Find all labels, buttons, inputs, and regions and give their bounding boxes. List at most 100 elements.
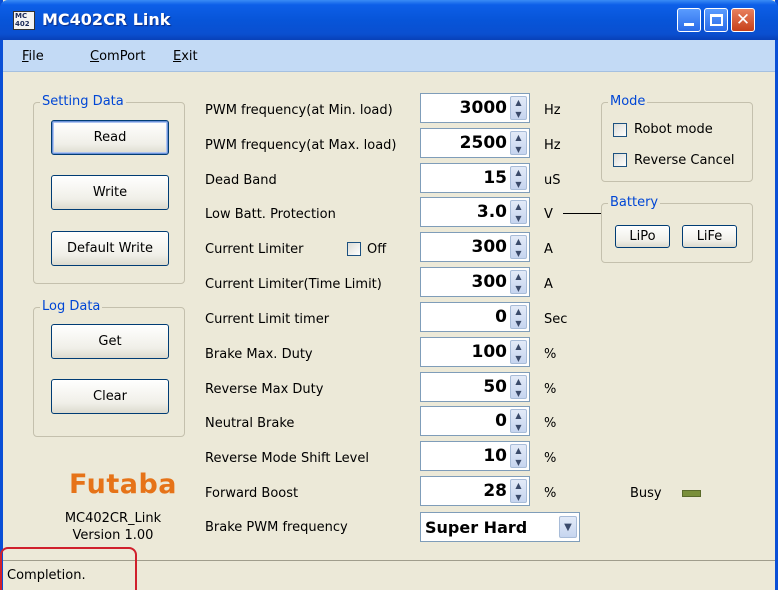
arrow-up-icon[interactable]: ▲ (511, 201, 526, 212)
chevron-down-icon[interactable]: ▼ (559, 516, 577, 538)
close-button[interactable]: ✕ (731, 8, 755, 32)
write-button[interactable]: Write (51, 175, 169, 210)
param-unit: % (544, 451, 557, 466)
param-label-neutral-brake: Neutral Brake (205, 416, 295, 431)
minimize-button[interactable] (677, 8, 701, 32)
setting-data-label: Setting Data (40, 94, 126, 109)
clear-button[interactable]: Clear (51, 379, 169, 414)
close-icon: ✕ (735, 10, 751, 30)
busy-label: Busy (630, 486, 662, 501)
param-spinner-forward-boost[interactable]: 28 ▲ ▼ (420, 476, 530, 506)
param-label-reverse-mode-shift: Reverse Mode Shift Level (205, 451, 369, 466)
arrow-up-icon[interactable]: ▲ (511, 306, 526, 317)
param-spinner-reverse-mode-shift[interactable]: 10 ▲ ▼ (420, 441, 530, 471)
battery-label: Battery (608, 195, 661, 210)
param-spinner-neutral-brake[interactable]: 0 ▲ ▼ (420, 406, 530, 436)
arrow-up-icon[interactable]: ▲ (511, 271, 526, 282)
param-unit: Hz (544, 103, 561, 118)
maximize-button[interactable] (704, 8, 728, 32)
spinner-arrows[interactable]: ▲ ▼ (510, 479, 527, 503)
current-limiter-off-checkbox[interactable] (347, 242, 361, 256)
param-label-current-limit-timer: Current Limit timer (205, 312, 330, 327)
arrow-down-icon[interactable]: ▼ (511, 283, 526, 294)
spinner-arrows[interactable]: ▲ ▼ (510, 270, 527, 294)
menu-exit[interactable]: Exit (173, 49, 198, 64)
app-version: Version 1.00 (72, 528, 154, 543)
spinner-value: 10 (483, 446, 507, 466)
arrow-up-icon[interactable]: ▲ (511, 410, 526, 421)
param-spinner-reverse-max-duty[interactable]: 50 ▲ ▼ (420, 372, 530, 402)
arrow-up-icon[interactable]: ▲ (511, 132, 526, 143)
spinner-value: 28 (483, 481, 507, 501)
param-spinner-brake-max-duty[interactable]: 100 ▲ ▼ (420, 337, 530, 367)
spinner-arrows[interactable]: ▲ ▼ (510, 375, 527, 399)
brake-pwm-value: Super Hard (425, 518, 528, 537)
arrow-up-icon[interactable]: ▲ (511, 236, 526, 247)
minimize-icon (684, 23, 694, 26)
param-spinner-current-limit-timer[interactable]: 0 ▲ ▼ (420, 302, 530, 332)
spinner-value: 3000 (459, 98, 507, 118)
spinner-value: 50 (483, 377, 507, 397)
spinner-arrows[interactable]: ▲ ▼ (510, 96, 527, 120)
param-unit: % (544, 347, 557, 362)
arrow-down-icon[interactable]: ▼ (511, 179, 526, 190)
arrow-up-icon[interactable]: ▲ (511, 445, 526, 456)
arrow-down-icon[interactable]: ▼ (511, 353, 526, 364)
arrow-up-icon[interactable]: ▲ (511, 167, 526, 178)
arrow-down-icon[interactable]: ▼ (511, 388, 526, 399)
spinner-value: 2500 (459, 133, 507, 153)
param-spinner-current-limiter[interactable]: 300 ▲ ▼ (420, 232, 530, 262)
param-label-dead-band: Dead Band (205, 173, 277, 188)
read-button[interactable]: Read (51, 120, 169, 155)
param-spinner-dead-band[interactable]: 15 ▲ ▼ (420, 163, 530, 193)
reverse-cancel-checkbox[interactable] (613, 153, 627, 167)
brake-pwm-select[interactable]: Super Hard ▼ (420, 512, 580, 542)
spinner-value: 3.0 (476, 202, 507, 222)
arrow-up-icon[interactable]: ▲ (511, 480, 526, 491)
arrow-down-icon[interactable]: ▼ (511, 248, 526, 259)
mode-group: Mode (601, 94, 753, 182)
life-button[interactable]: LiFe (682, 225, 737, 248)
arrow-down-icon[interactable]: ▼ (511, 144, 526, 155)
arrow-up-icon[interactable]: ▲ (511, 341, 526, 352)
param-label-forward-boost: Forward Boost (205, 486, 299, 501)
arrow-up-icon[interactable]: ▲ (511, 97, 526, 108)
futaba-logo: Futaba (69, 469, 177, 500)
spinner-arrows[interactable]: ▲ ▼ (510, 305, 527, 329)
arrow-down-icon[interactable]: ▼ (511, 422, 526, 433)
arrow-down-icon[interactable]: ▼ (511, 318, 526, 329)
param-unit: A (544, 277, 553, 292)
arrow-up-icon[interactable]: ▲ (511, 376, 526, 387)
param-unit: % (544, 416, 557, 431)
menu-comport[interactable]: ComPort (90, 49, 145, 64)
spinner-arrows[interactable]: ▲ ▼ (510, 235, 527, 259)
menu-file[interactable]: File (22, 49, 44, 64)
default-write-button[interactable]: Default Write (51, 231, 169, 266)
arrow-down-icon[interactable]: ▼ (511, 457, 526, 468)
spinner-arrows[interactable]: ▲ ▼ (510, 131, 527, 155)
get-button[interactable]: Get (51, 324, 169, 359)
param-spinner-current-limiter-time[interactable]: 300 ▲ ▼ (420, 267, 530, 297)
spinner-value: 300 (471, 272, 508, 292)
spinner-arrows[interactable]: ▲ ▼ (510, 166, 527, 190)
param-unit: A (544, 242, 553, 257)
spinner-arrows[interactable]: ▲ ▼ (510, 409, 527, 433)
param-label-brake-max-duty: Brake Max. Duty (205, 347, 313, 362)
arrow-down-icon[interactable]: ▼ (511, 492, 526, 503)
robot-mode-checkbox[interactable] (613, 123, 627, 137)
spinner-arrows[interactable]: ▲ ▼ (510, 340, 527, 364)
lipo-button[interactable]: LiPo (615, 225, 670, 248)
window-title: MC402CR Link (42, 10, 171, 29)
param-spinner-low-batt[interactable]: 3.0 ▲ ▼ (420, 197, 530, 227)
arrow-down-icon[interactable]: ▼ (511, 213, 526, 224)
arrow-down-icon[interactable]: ▼ (511, 109, 526, 120)
param-spinner-pwm-min[interactable]: 3000 ▲ ▼ (420, 93, 530, 123)
param-spinner-pwm-max[interactable]: 2500 ▲ ▼ (420, 128, 530, 158)
spinner-arrows[interactable]: ▲ ▼ (510, 200, 527, 224)
spinner-value: 15 (483, 168, 507, 188)
param-unit: uS (544, 173, 561, 188)
spinner-value: 300 (471, 237, 508, 257)
title-bar[interactable]: MC 402 MC402CR Link ✕ (0, 0, 778, 40)
spinner-arrows[interactable]: ▲ ▼ (510, 444, 527, 468)
brake-pwm-label: Brake PWM frequency (205, 520, 348, 535)
